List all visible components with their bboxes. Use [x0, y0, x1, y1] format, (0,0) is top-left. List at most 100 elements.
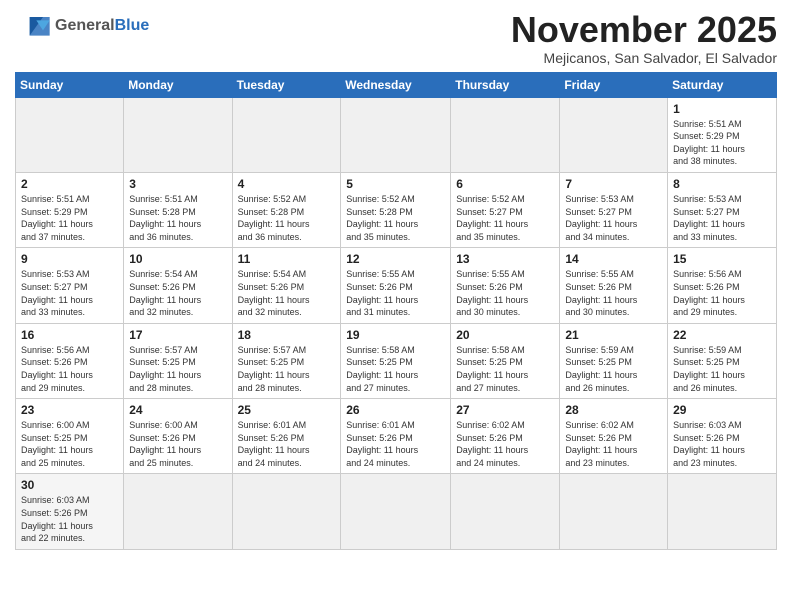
day-cell [560, 97, 668, 172]
day-info: Sunrise: 6:01 AM Sunset: 5:26 PM Dayligh… [346, 419, 445, 469]
day-cell: 1 Sunrise: 5:51 AM Sunset: 5:29 PM Daylig… [668, 97, 777, 172]
day-number: 21 [565, 328, 662, 342]
weekday-header-row: SundayMondayTuesdayWednesdayThursdayFrid… [16, 72, 777, 97]
day-cell: 20 Sunrise: 5:58 AM Sunset: 5:25 PM Dayli… [451, 323, 560, 398]
day-info: Sunrise: 5:59 AM Sunset: 5:25 PM Dayligh… [565, 344, 662, 394]
day-cell: 25 Sunrise: 6:01 AM Sunset: 5:26 PM Dayli… [232, 399, 341, 474]
day-info: Sunrise: 5:58 AM Sunset: 5:25 PM Dayligh… [456, 344, 554, 394]
day-number: 27 [456, 403, 554, 417]
calendar: SundayMondayTuesdayWednesdayThursdayFrid… [15, 72, 777, 550]
day-cell: 29Sunrise: 6:03 AM Sunset: 5:26 PM Dayli… [668, 399, 777, 474]
day-info: Sunrise: 5:56 AM Sunset: 5:26 PM Dayligh… [21, 344, 118, 394]
day-cell [124, 474, 232, 549]
day-cell [451, 474, 560, 549]
weekday-header-monday: Monday [124, 72, 232, 97]
week-row-6: 30 Sunrise: 6:03 AM Sunset: 5:26 PM Dayli… [16, 474, 777, 549]
day-cell: 18 Sunrise: 5:57 AM Sunset: 5:25 PM Dayli… [232, 323, 341, 398]
day-cell: 22Sunrise: 5:59 AM Sunset: 5:25 PM Dayli… [668, 323, 777, 398]
day-cell [124, 97, 232, 172]
day-info: Sunrise: 5:55 AM Sunset: 5:26 PM Dayligh… [346, 268, 445, 318]
day-number: 12 [346, 252, 445, 266]
day-info: Sunrise: 5:55 AM Sunset: 5:26 PM Dayligh… [565, 268, 662, 318]
week-row-1: 1 Sunrise: 5:51 AM Sunset: 5:29 PM Daylig… [16, 97, 777, 172]
day-cell: 4Sunrise: 5:52 AM Sunset: 5:28 PM Daylig… [232, 172, 341, 247]
weekday-header-thursday: Thursday [451, 72, 560, 97]
day-number: 14 [565, 252, 662, 266]
day-number: 17 [129, 328, 226, 342]
day-cell [560, 474, 668, 549]
day-cell [668, 474, 777, 549]
day-number: 30 [21, 478, 118, 492]
weekday-header-friday: Friday [560, 72, 668, 97]
day-number: 15 [673, 252, 771, 266]
day-info: Sunrise: 5:55 AM Sunset: 5:26 PM Dayligh… [456, 268, 554, 318]
day-info: Sunrise: 5:51 AM Sunset: 5:28 PM Dayligh… [129, 193, 226, 243]
day-number: 25 [238, 403, 336, 417]
week-row-4: 16 Sunrise: 5:56 AM Sunset: 5:26 PM Dayli… [16, 323, 777, 398]
day-info: Sunrise: 5:52 AM Sunset: 5:27 PM Dayligh… [456, 193, 554, 243]
day-cell: 12 Sunrise: 5:55 AM Sunset: 5:26 PM Dayli… [341, 248, 451, 323]
day-info: Sunrise: 5:57 AM Sunset: 5:25 PM Dayligh… [238, 344, 336, 394]
day-cell: 24Sunrise: 6:00 AM Sunset: 5:26 PM Dayli… [124, 399, 232, 474]
day-number: 13 [456, 252, 554, 266]
day-cell [232, 97, 341, 172]
day-number: 16 [21, 328, 118, 342]
day-info: Sunrise: 5:58 AM Sunset: 5:25 PM Dayligh… [346, 344, 445, 394]
location: Mejicanos, San Salvador, El Salvador [511, 50, 777, 66]
day-cell: 21 Sunrise: 5:59 AM Sunset: 5:25 PM Dayli… [560, 323, 668, 398]
day-number: 7 [565, 177, 662, 191]
day-number: 2 [21, 177, 118, 191]
day-cell: 6Sunrise: 5:52 AM Sunset: 5:27 PM Daylig… [451, 172, 560, 247]
logo: GeneralBlue [15, 15, 149, 37]
day-info: Sunrise: 6:03 AM Sunset: 5:26 PM Dayligh… [21, 494, 118, 544]
day-info: Sunrise: 5:51 AM Sunset: 5:29 PM Dayligh… [21, 193, 118, 243]
day-number: 24 [129, 403, 226, 417]
day-info: Sunrise: 5:52 AM Sunset: 5:28 PM Dayligh… [346, 193, 445, 243]
day-info: Sunrise: 5:52 AM Sunset: 5:28 PM Dayligh… [238, 193, 336, 243]
day-number: 5 [346, 177, 445, 191]
day-cell: 9 Sunrise: 5:53 AM Sunset: 5:27 PM Daylig… [16, 248, 124, 323]
day-cell: 11Sunrise: 5:54 AM Sunset: 5:26 PM Dayli… [232, 248, 341, 323]
day-info: Sunrise: 5:51 AM Sunset: 5:29 PM Dayligh… [673, 118, 771, 168]
weekday-header-tuesday: Tuesday [232, 72, 341, 97]
day-info: Sunrise: 6:02 AM Sunset: 5:26 PM Dayligh… [456, 419, 554, 469]
header: GeneralBlue November 2025 Mejicanos, San… [15, 10, 777, 66]
day-cell: 19Sunrise: 5:58 AM Sunset: 5:25 PM Dayli… [341, 323, 451, 398]
day-number: 8 [673, 177, 771, 191]
day-number: 26 [346, 403, 445, 417]
day-cell [341, 97, 451, 172]
day-number: 9 [21, 252, 118, 266]
day-cell [16, 97, 124, 172]
day-cell [451, 97, 560, 172]
day-cell: 27 Sunrise: 6:02 AM Sunset: 5:26 PM Dayli… [451, 399, 560, 474]
day-info: Sunrise: 5:54 AM Sunset: 5:26 PM Dayligh… [129, 268, 226, 318]
weekday-header-saturday: Saturday [668, 72, 777, 97]
day-info: Sunrise: 6:01 AM Sunset: 5:26 PM Dayligh… [238, 419, 336, 469]
day-cell: 8 Sunrise: 5:53 AM Sunset: 5:27 PM Daylig… [668, 172, 777, 247]
day-number: 1 [673, 102, 771, 116]
day-cell: 17Sunrise: 5:57 AM Sunset: 5:25 PM Dayli… [124, 323, 232, 398]
week-row-5: 23 Sunrise: 6:00 AM Sunset: 5:25 PM Dayli… [16, 399, 777, 474]
logo-text: GeneralBlue [55, 17, 149, 35]
day-info: Sunrise: 5:53 AM Sunset: 5:27 PM Dayligh… [673, 193, 771, 243]
day-info: Sunrise: 5:53 AM Sunset: 5:27 PM Dayligh… [565, 193, 662, 243]
day-info: Sunrise: 5:56 AM Sunset: 5:26 PM Dayligh… [673, 268, 771, 318]
week-row-3: 9 Sunrise: 5:53 AM Sunset: 5:27 PM Daylig… [16, 248, 777, 323]
title-area: November 2025 Mejicanos, San Salvador, E… [511, 10, 777, 66]
day-cell: 26 Sunrise: 6:01 AM Sunset: 5:26 PM Dayli… [341, 399, 451, 474]
day-info: Sunrise: 5:59 AM Sunset: 5:25 PM Dayligh… [673, 344, 771, 394]
day-info: Sunrise: 5:54 AM Sunset: 5:26 PM Dayligh… [238, 268, 336, 318]
day-cell: 10Sunrise: 5:54 AM Sunset: 5:26 PM Dayli… [124, 248, 232, 323]
day-cell: 28Sunrise: 6:02 AM Sunset: 5:26 PM Dayli… [560, 399, 668, 474]
weekday-header-sunday: Sunday [16, 72, 124, 97]
day-cell: 13 Sunrise: 5:55 AM Sunset: 5:26 PM Dayli… [451, 248, 560, 323]
day-info: Sunrise: 6:00 AM Sunset: 5:25 PM Dayligh… [21, 419, 118, 469]
day-number: 23 [21, 403, 118, 417]
day-info: Sunrise: 6:03 AM Sunset: 5:26 PM Dayligh… [673, 419, 771, 469]
day-info: Sunrise: 5:53 AM Sunset: 5:27 PM Dayligh… [21, 268, 118, 318]
day-cell: 23 Sunrise: 6:00 AM Sunset: 5:25 PM Dayli… [16, 399, 124, 474]
day-cell: 14 Sunrise: 5:55 AM Sunset: 5:26 PM Dayli… [560, 248, 668, 323]
day-number: 18 [238, 328, 336, 342]
day-number: 20 [456, 328, 554, 342]
day-number: 28 [565, 403, 662, 417]
